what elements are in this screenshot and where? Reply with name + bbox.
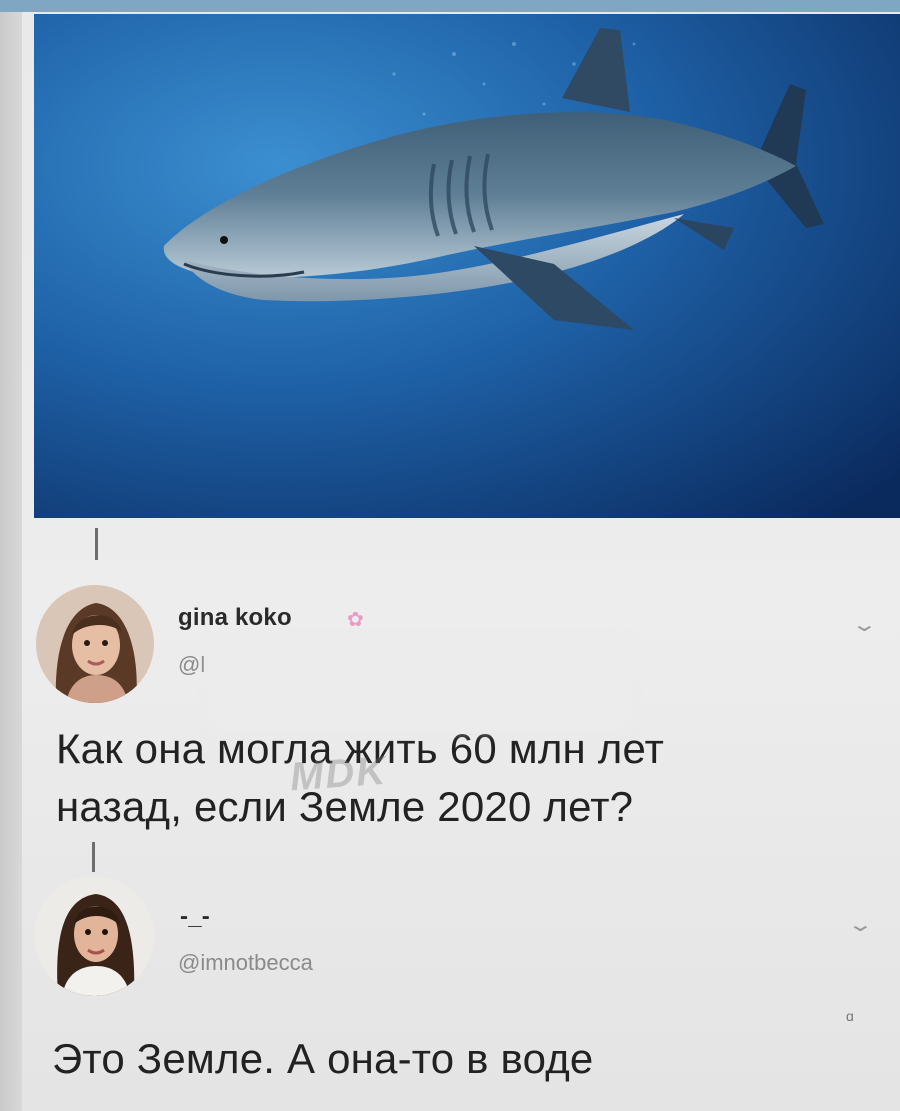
woman-avatar-icon [36, 585, 154, 703]
user-handle[interactable]: @l [178, 652, 205, 678]
top-strip [0, 0, 900, 12]
thread-connector [95, 528, 98, 560]
avatar[interactable] [34, 876, 154, 996]
shark-photo[interactable] [34, 14, 900, 518]
avatar[interactable] [36, 585, 154, 703]
watermark: MDK [288, 748, 389, 800]
woman-avatar-icon [34, 876, 154, 996]
thread-connector [92, 842, 95, 872]
tweet-text: Это Земле. А она-то в воде [52, 1035, 594, 1082]
chevron-down-icon[interactable]: ⌄ [851, 612, 878, 637]
user-handle[interactable]: @imnotbecca [178, 950, 313, 976]
display-name[interactable]: gina koko [178, 604, 292, 632]
redaction-blur [210, 640, 630, 730]
screen-speck: ɑ [846, 1008, 854, 1024]
display-name[interactable]: -_- [180, 903, 210, 931]
flower-emoji-icon: ✿ [347, 609, 364, 631]
chevron-down-icon[interactable]: ⌄ [847, 912, 874, 937]
